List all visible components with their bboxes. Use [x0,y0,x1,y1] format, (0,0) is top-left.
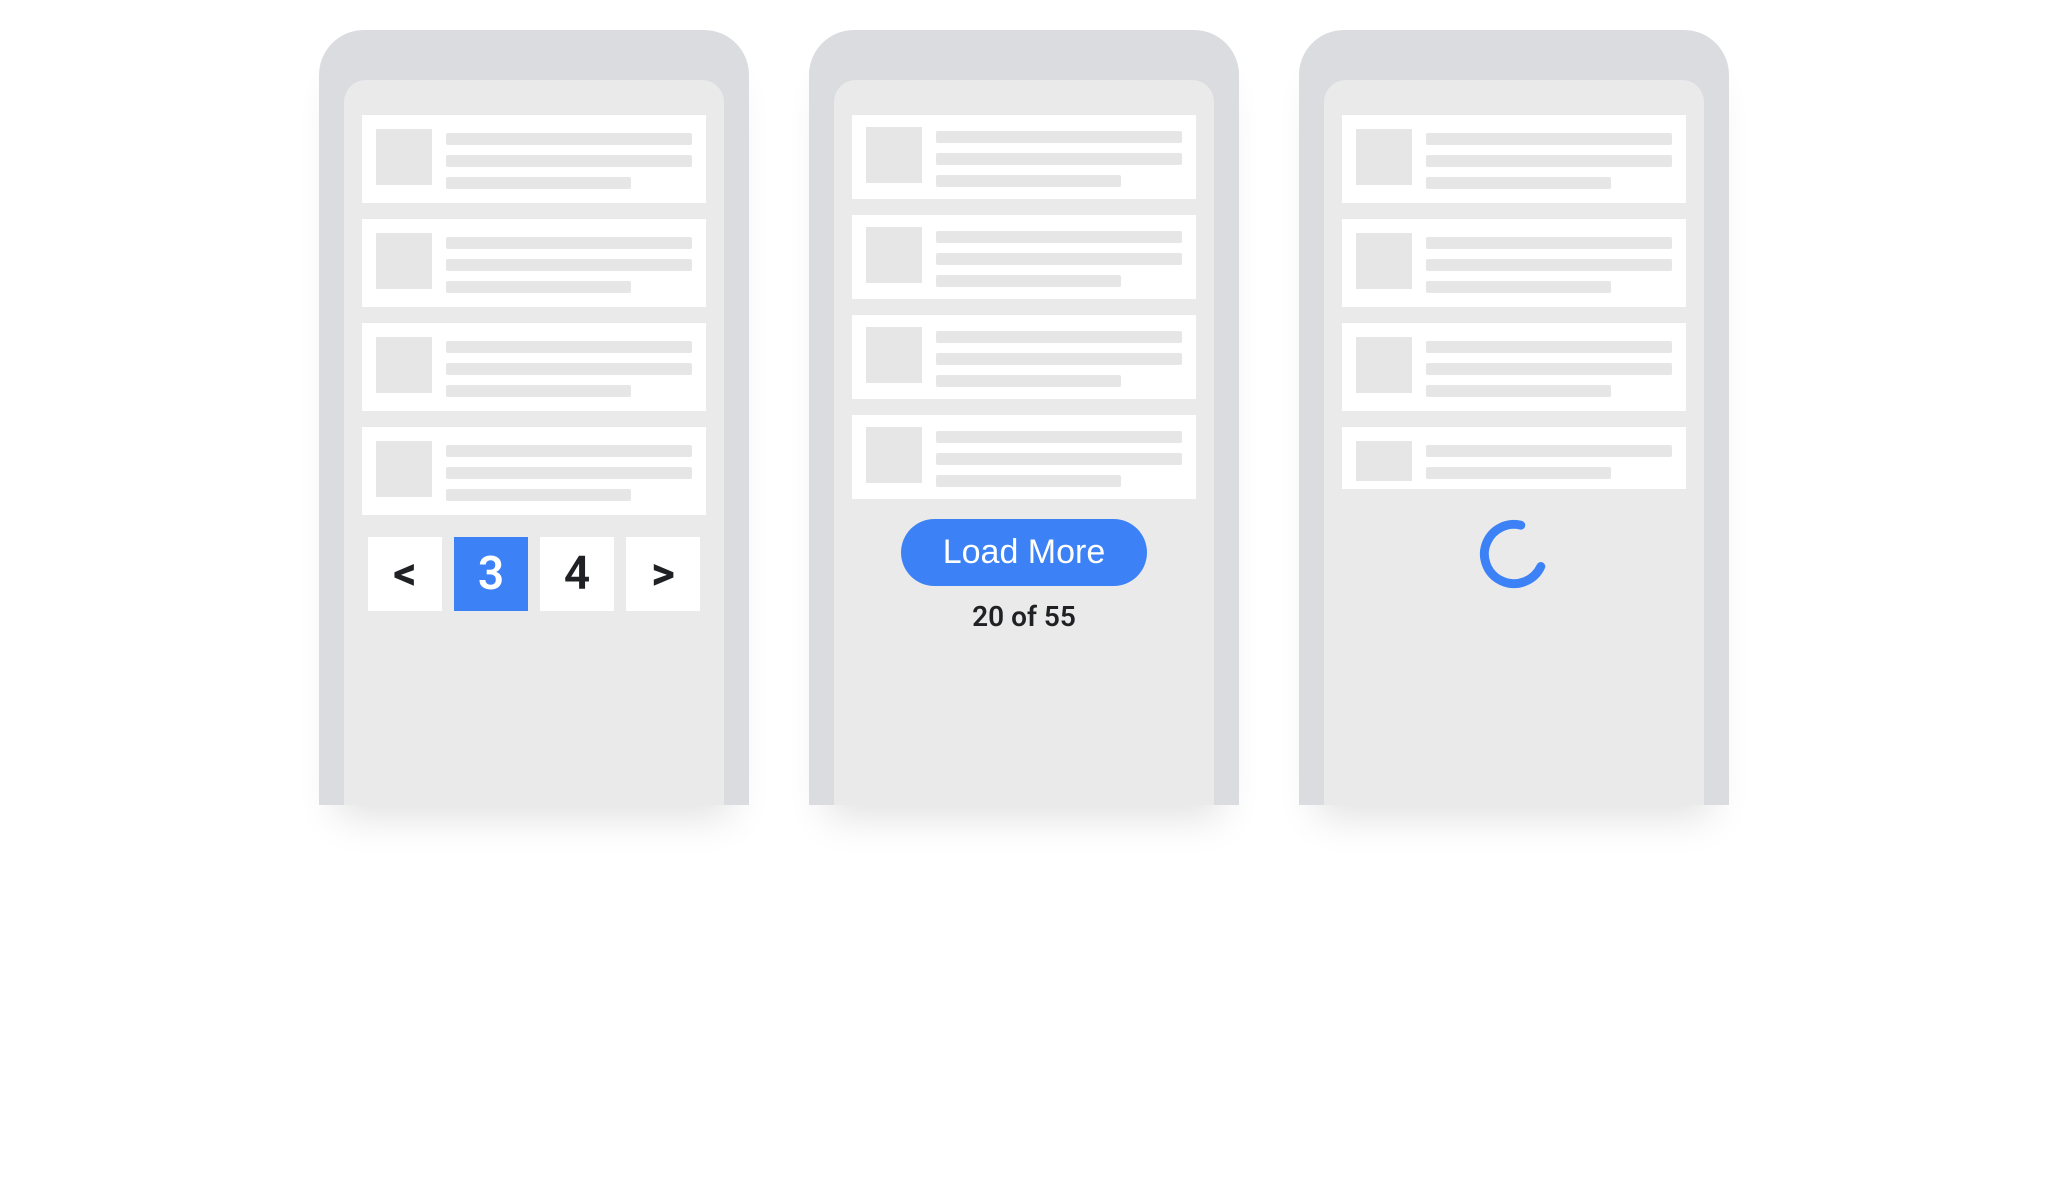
text-placeholder [446,237,692,249]
list-item [362,323,706,411]
text-placeholder [936,331,1182,343]
thumb-placeholder [1356,233,1412,289]
list-item [362,115,706,203]
text-placeholder [936,431,1182,443]
screen-pagination: < 3 4 > [344,80,724,805]
screen-infinite [1324,80,1704,805]
device-pagination: < 3 4 > [319,30,749,805]
screen-loadmore: Load More 20 of 55 [834,80,1214,805]
load-more-count: 20 of 55 [972,600,1076,633]
text-placeholder [1426,341,1672,353]
list-item [852,115,1196,199]
thumb-placeholder [866,227,922,283]
text-placeholder [936,253,1182,265]
next-page-button[interactable]: > [626,537,700,611]
text-placeholder [1426,363,1672,375]
text-placeholder [1426,281,1611,293]
text-placeholder [936,375,1121,387]
text-placeholder [936,231,1182,243]
text-placeholder [446,133,692,145]
text-placeholder [1426,467,1611,479]
thumb-placeholder [1356,129,1412,185]
load-more-button[interactable]: Load More [901,519,1148,586]
text-placeholder [446,363,692,375]
loading-indicator [1342,517,1686,595]
text-placeholder [1426,237,1672,249]
list-item [362,219,706,307]
device-loadmore: Load More 20 of 55 [809,30,1239,805]
thumb-placeholder [376,129,432,185]
page-button[interactable]: 4 [540,537,614,611]
text-placeholder [936,175,1121,187]
text-placeholder [1426,259,1672,271]
text-placeholder [1426,177,1611,189]
list-item [852,215,1196,299]
text-placeholder [1426,445,1672,457]
text-placeholder [446,177,631,189]
thumb-placeholder [376,337,432,393]
text-placeholder [446,155,692,167]
text-placeholder [446,341,692,353]
thumb-placeholder [376,441,432,497]
text-placeholder [1426,155,1672,167]
thumb-placeholder [376,233,432,289]
text-placeholder [446,281,631,293]
text-placeholder [936,131,1182,143]
list-item [852,415,1196,499]
loadmore-section: Load More 20 of 55 [852,519,1196,633]
list-item [1342,115,1686,203]
page-button-active[interactable]: 3 [454,537,528,611]
text-placeholder [446,385,631,397]
text-placeholder [446,489,631,501]
thumb-placeholder [1356,441,1412,481]
list-item [852,315,1196,399]
thumb-placeholder [866,127,922,183]
thumb-placeholder [866,427,922,483]
text-placeholder [446,259,692,271]
text-placeholder [936,475,1121,487]
list-item [1342,427,1686,489]
text-placeholder [446,467,692,479]
text-placeholder [936,275,1121,287]
prev-page-button[interactable]: < [368,537,442,611]
text-placeholder [1426,133,1672,145]
text-placeholder [936,353,1182,365]
text-placeholder [446,445,692,457]
spinner-icon [1477,517,1551,595]
list-item [362,427,706,515]
text-placeholder [936,453,1182,465]
list-item [1342,323,1686,411]
thumb-placeholder [866,327,922,383]
thumb-placeholder [1356,337,1412,393]
pagination-bar: < 3 4 > [362,535,706,611]
device-infinite [1299,30,1729,805]
list-item [1342,219,1686,307]
text-placeholder [936,153,1182,165]
text-placeholder [1426,385,1611,397]
